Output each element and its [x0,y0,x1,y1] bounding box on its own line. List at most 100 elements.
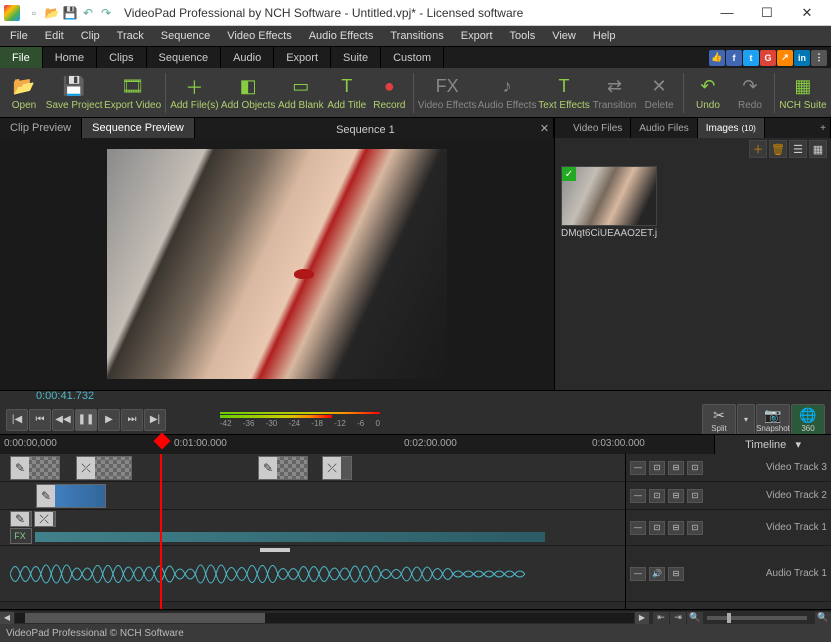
menu-video-effects[interactable]: Video Effects [219,28,299,44]
ribbon-undo-button[interactable]: ↶Undo [688,70,728,116]
scroll-track[interactable] [15,613,634,623]
redo-icon[interactable]: ↷ [98,5,114,21]
ribbon-add-objects-button[interactable]: ◧Add Objects [221,70,275,116]
media-tab-add[interactable]: + [816,118,831,138]
menu-transitions[interactable]: Transitions [382,28,451,44]
tab-file[interactable]: File [0,47,43,68]
track-fx-button[interactable]: ⊡ [649,489,665,503]
ribbon-video-effects-button[interactable]: FXVideo Effects [418,70,476,116]
fit-b-button[interactable]: ⇥ [670,612,686,624]
maximize-button[interactable]: ☐ [747,1,787,25]
zoom-slider[interactable] [707,616,807,620]
menu-dots-icon[interactable]: ⋮ [811,50,827,66]
google-icon[interactable]: G [760,50,776,66]
menu-clip[interactable]: Clip [73,28,108,44]
track-lock-button[interactable]: ⊟ [668,521,684,535]
next-frame-button[interactable]: ⏭ [121,409,143,431]
clip-fx[interactable]: ✎ [10,511,32,527]
ribbon-open-button[interactable]: 📂Open [4,70,44,116]
timeline-tracks[interactable]: ✎ ⤫ ✎ ⤫ ✎ ✎ ⤫ FX [0,454,625,609]
play-button[interactable]: ▶ [98,409,120,431]
menu-track[interactable]: Track [109,28,152,44]
pause-button[interactable]: ❚❚ [75,409,97,431]
open-icon[interactable]: 📂 [44,5,60,21]
clip-transition[interactable]: ✎ [258,456,308,480]
save-icon[interactable]: 💾 [62,5,78,21]
menu-edit[interactable]: Edit [37,28,72,44]
ribbon-delete-button[interactable]: ✕Delete [639,70,679,116]
clip-transition[interactable]: ⤫ [76,456,132,480]
menu-sequence[interactable]: Sequence [153,28,219,44]
track-video-2[interactable]: ✎ [0,482,625,510]
minimize-button[interactable]: — [707,1,747,25]
rewind-button[interactable]: ◀◀ [52,409,74,431]
tab-suite[interactable]: Suite [331,47,381,68]
track-solo-button[interactable]: 🔊 [649,567,665,581]
track-video-3[interactable]: ✎ ⤫ ✎ ⤫ [0,454,625,482]
tab-audio-files[interactable]: Audio Files [631,118,697,138]
linkedin-icon[interactable]: in [794,50,810,66]
tab-sequence-preview[interactable]: Sequence Preview [82,118,195,138]
playhead-line[interactable] [160,454,162,609]
ribbon-redo-button[interactable]: ↷Redo [730,70,770,116]
menu-audio-effects[interactable]: Audio Effects [301,28,382,44]
facebook-icon[interactable]: f [726,50,742,66]
track-hide-button[interactable]: ⊡ [687,489,703,503]
menu-help[interactable]: Help [585,28,624,44]
scroll-right-button[interactable]: ▶ [635,612,649,624]
360-button[interactable]: 🌐360 [791,404,825,436]
track-fx-button[interactable]: ⊡ [649,521,665,535]
ribbon-export-video-button[interactable]: 🎞Export Video [104,70,161,116]
fit-a-button[interactable]: ⇤ [653,612,669,624]
tab-custom[interactable]: Custom [381,47,444,68]
tab-clip-preview[interactable]: Clip Preview [0,118,82,138]
track-mute-button[interactable]: — [630,461,646,475]
tab-clips[interactable]: Clips [97,47,146,68]
menu-view[interactable]: View [544,28,584,44]
ribbon-add-file-s--button[interactable]: ＋Add File(s) [170,70,219,116]
undo-icon[interactable]: ↶ [80,5,96,21]
tab-audio[interactable]: Audio [221,47,274,68]
track-mute-button[interactable]: — [630,489,646,503]
menu-file[interactable]: File [2,28,36,44]
track-hide-button[interactable]: ⊡ [687,461,703,475]
ribbon-add-blank-button[interactable]: ▭Add Blank [277,70,324,116]
zoom-in-button[interactable]: 🔍 [815,612,831,624]
ribbon-record-button[interactable]: ●Record [369,70,409,116]
tab-video-files[interactable]: Video Files [565,118,631,138]
split-dropdown[interactable]: ▾ [737,404,755,436]
ribbon-add-title-button[interactable]: TAdd Title [326,70,367,116]
clip-transition[interactable]: ✎ [10,456,60,480]
preview-close-button[interactable]: ✕ [536,118,554,138]
clip-fx[interactable]: ⤫ [34,511,56,527]
track-audio-1[interactable] [0,546,625,602]
ribbon-save-project-button[interactable]: 💾Save Project [46,70,102,116]
track-lock-button[interactable]: ⊟ [668,489,684,503]
menu-export[interactable]: Export [453,28,501,44]
clip-transition[interactable]: ⤫ [322,456,352,480]
scroll-thumb[interactable] [25,613,265,623]
track-lock-button[interactable]: ⊟ [668,461,684,475]
split-button[interactable]: ✂Split [702,404,736,436]
track-hide-button[interactable]: ⊡ [687,521,703,535]
new-icon[interactable]: ▫ [26,5,42,21]
ribbon-text-effects-button[interactable]: TText Effects [538,70,590,116]
ribbon-nch-suite-button[interactable]: ▦NCH Suite [779,70,827,116]
tab-sequence[interactable]: Sequence [147,47,222,68]
preview-viewport[interactable] [0,138,554,390]
share-icon[interactable]: ↗ [777,50,793,66]
timeline-tab[interactable]: Timeline ▾ [714,435,831,454]
playhead-icon[interactable] [154,433,171,450]
ribbon-audio-effects-button[interactable]: ♪Audio Effects [478,70,536,116]
clip-image[interactable]: ✎ [36,484,106,508]
clip-fx-label[interactable]: FX [10,528,32,544]
ribbon-transition-button[interactable]: ⇄Transition [592,70,637,116]
grid-view-icon[interactable]: ▦ [809,140,827,158]
list-view-icon[interactable]: ☰ [789,140,807,158]
track-mute-button[interactable]: — [630,567,646,581]
twitter-icon[interactable]: t [743,50,759,66]
goto-end-button[interactable]: ▶| [144,409,166,431]
timeline-ruler[interactable]: 0:03:00.0000:02:00.0000:01:00.0000:00:00… [0,434,831,454]
tab-home[interactable]: Home [43,47,97,68]
menu-tools[interactable]: Tools [502,28,544,44]
